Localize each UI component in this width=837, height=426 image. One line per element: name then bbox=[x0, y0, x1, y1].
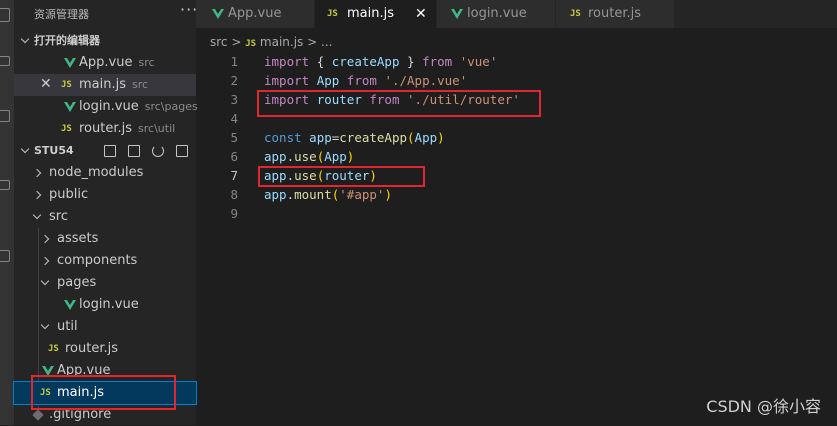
code-line-1[interactable]: import { createApp } from 'vue' bbox=[264, 52, 497, 71]
chevron-down-icon bbox=[40, 320, 50, 330]
new-folder-icon[interactable] bbox=[128, 145, 140, 157]
tab-router-js[interactable]: JS router.js bbox=[556, 0, 675, 28]
git-icon bbox=[32, 409, 44, 421]
tab-main-js[interactable]: JS main.js ✕ bbox=[315, 0, 437, 28]
tab-label: login.vue bbox=[467, 6, 527, 21]
watermark: CSDN @徐小容 bbox=[706, 397, 821, 416]
open-editor-item[interactable]: login.vue src\pages bbox=[14, 96, 198, 118]
project-title: STU54 bbox=[34, 144, 74, 157]
chevron-down-icon bbox=[20, 34, 30, 44]
vue-file-icon bbox=[451, 9, 463, 19]
tree-folder-public[interactable]: public bbox=[14, 184, 196, 206]
open-editor-label: login.vue src\pages bbox=[79, 99, 198, 114]
tab-label: main.js bbox=[347, 6, 394, 21]
open-editors-header[interactable]: 打开的编辑器 bbox=[14, 30, 196, 52]
highlight-box bbox=[258, 166, 425, 187]
code-line-2[interactable]: import App from './App.vue' bbox=[264, 71, 467, 90]
folder-label: components bbox=[57, 253, 138, 268]
chevron-down-icon bbox=[40, 276, 50, 286]
js-file-icon: JS bbox=[48, 344, 59, 354]
vue-file-icon bbox=[212, 9, 224, 19]
file-label: login.vue bbox=[79, 297, 139, 312]
line-number: 1 bbox=[230, 54, 238, 69]
folder-label: util bbox=[57, 319, 78, 334]
debug-icon[interactable] bbox=[0, 180, 10, 190]
vue-file-icon bbox=[64, 58, 76, 68]
tree-folder-assets[interactable]: assets bbox=[14, 228, 196, 250]
open-editor-item[interactable]: ✕ JS main.js src bbox=[14, 74, 196, 96]
breadcrumb: src > JS main.js > ... bbox=[210, 32, 332, 52]
folder-label: src bbox=[49, 209, 68, 224]
breadcrumb-separator: > bbox=[231, 35, 242, 49]
tree-folder-node_modules[interactable]: node_modules bbox=[14, 162, 196, 184]
tab-bar: App.vue JS main.js ✕ login.vue JS router… bbox=[196, 0, 837, 28]
close-icon[interactable]: ✕ bbox=[415, 0, 427, 28]
line-number: 8 bbox=[230, 187, 238, 202]
open-editors-title: 打开的编辑器 bbox=[34, 34, 100, 47]
code-line-8[interactable]: app.mount('#app') bbox=[264, 185, 392, 204]
tree-folder-src[interactable]: src bbox=[14, 206, 196, 228]
js-file-icon: JS bbox=[61, 124, 72, 134]
explorer-icon[interactable] bbox=[0, 8, 10, 22]
open-editor-item[interactable]: JS router.js src\util bbox=[14, 118, 196, 140]
js-file-icon: JS bbox=[61, 80, 72, 90]
file-label: router.js bbox=[65, 341, 119, 356]
chevron-down-icon bbox=[32, 210, 42, 220]
line-number: 2 bbox=[230, 73, 238, 88]
folder-label: public bbox=[49, 187, 89, 202]
extensions-icon[interactable] bbox=[0, 250, 10, 262]
open-editor-label: main.js src bbox=[79, 77, 149, 92]
chevron-down-icon bbox=[20, 144, 30, 154]
breadcrumb-more[interactable]: ... bbox=[321, 35, 332, 49]
js-file-icon: JS bbox=[245, 39, 257, 49]
tab-app-vue[interactable]: App.vue bbox=[196, 0, 315, 28]
highlight-box bbox=[31, 375, 176, 410]
line-number: 3 bbox=[230, 92, 238, 107]
collapse-all-icon[interactable] bbox=[176, 145, 188, 157]
tab-login-vue[interactable]: login.vue bbox=[437, 0, 556, 28]
folder-label: pages bbox=[57, 275, 97, 290]
source-control-icon[interactable] bbox=[0, 110, 10, 122]
folder-label: assets bbox=[57, 231, 99, 246]
line-number: 9 bbox=[230, 206, 238, 221]
explorer-sidebar: 资源管理器 ··· 打开的编辑器 App.vue src ✕ JS main.js… bbox=[13, 0, 198, 425]
js-file-icon: JS bbox=[570, 9, 581, 19]
chevron-right-icon bbox=[32, 168, 42, 178]
tab-label: router.js bbox=[588, 6, 642, 21]
tab-label: App.vue bbox=[228, 6, 282, 21]
breadcrumb-separator: > bbox=[307, 35, 318, 49]
tree-file-login-vue[interactable]: login.vue bbox=[14, 294, 196, 316]
line-number-current: 7 bbox=[230, 168, 238, 183]
chevron-right-icon bbox=[40, 256, 50, 266]
tree-file-router-js[interactable]: JS router.js bbox=[14, 338, 196, 360]
breadcrumb-folder[interactable]: src bbox=[210, 35, 228, 49]
vue-file-icon bbox=[64, 300, 76, 310]
refresh-icon[interactable] bbox=[152, 145, 164, 157]
activity-bar bbox=[0, 0, 14, 425]
line-number: 4 bbox=[230, 111, 238, 126]
search-icon[interactable] bbox=[0, 56, 10, 66]
open-editor-item[interactable]: App.vue src bbox=[14, 52, 196, 74]
line-number: 5 bbox=[230, 130, 238, 145]
tree-folder-pages[interactable]: pages bbox=[14, 272, 196, 294]
folder-label: node_modules bbox=[49, 165, 144, 180]
line-number: 6 bbox=[230, 149, 238, 164]
js-file-icon: JS bbox=[327, 9, 338, 19]
new-file-icon[interactable] bbox=[104, 145, 116, 157]
vue-file-icon bbox=[64, 102, 76, 112]
sidebar-title: 资源管理器 bbox=[34, 8, 89, 21]
tree-folder-util[interactable]: util bbox=[14, 316, 196, 338]
highlight-box bbox=[257, 90, 541, 117]
chevron-right-icon bbox=[32, 190, 42, 200]
open-editor-label: App.vue src bbox=[79, 55, 155, 70]
open-editor-label: router.js src\util bbox=[79, 121, 176, 136]
tree-folder-components[interactable]: components bbox=[14, 250, 196, 272]
chevron-right-icon bbox=[40, 234, 50, 244]
code-line-6[interactable]: app.use(App) bbox=[264, 147, 354, 166]
close-icon[interactable]: ✕ bbox=[40, 73, 52, 95]
breadcrumb-file[interactable]: main.js bbox=[260, 35, 303, 49]
code-line-5[interactable]: const app=createApp(App) bbox=[264, 128, 445, 147]
